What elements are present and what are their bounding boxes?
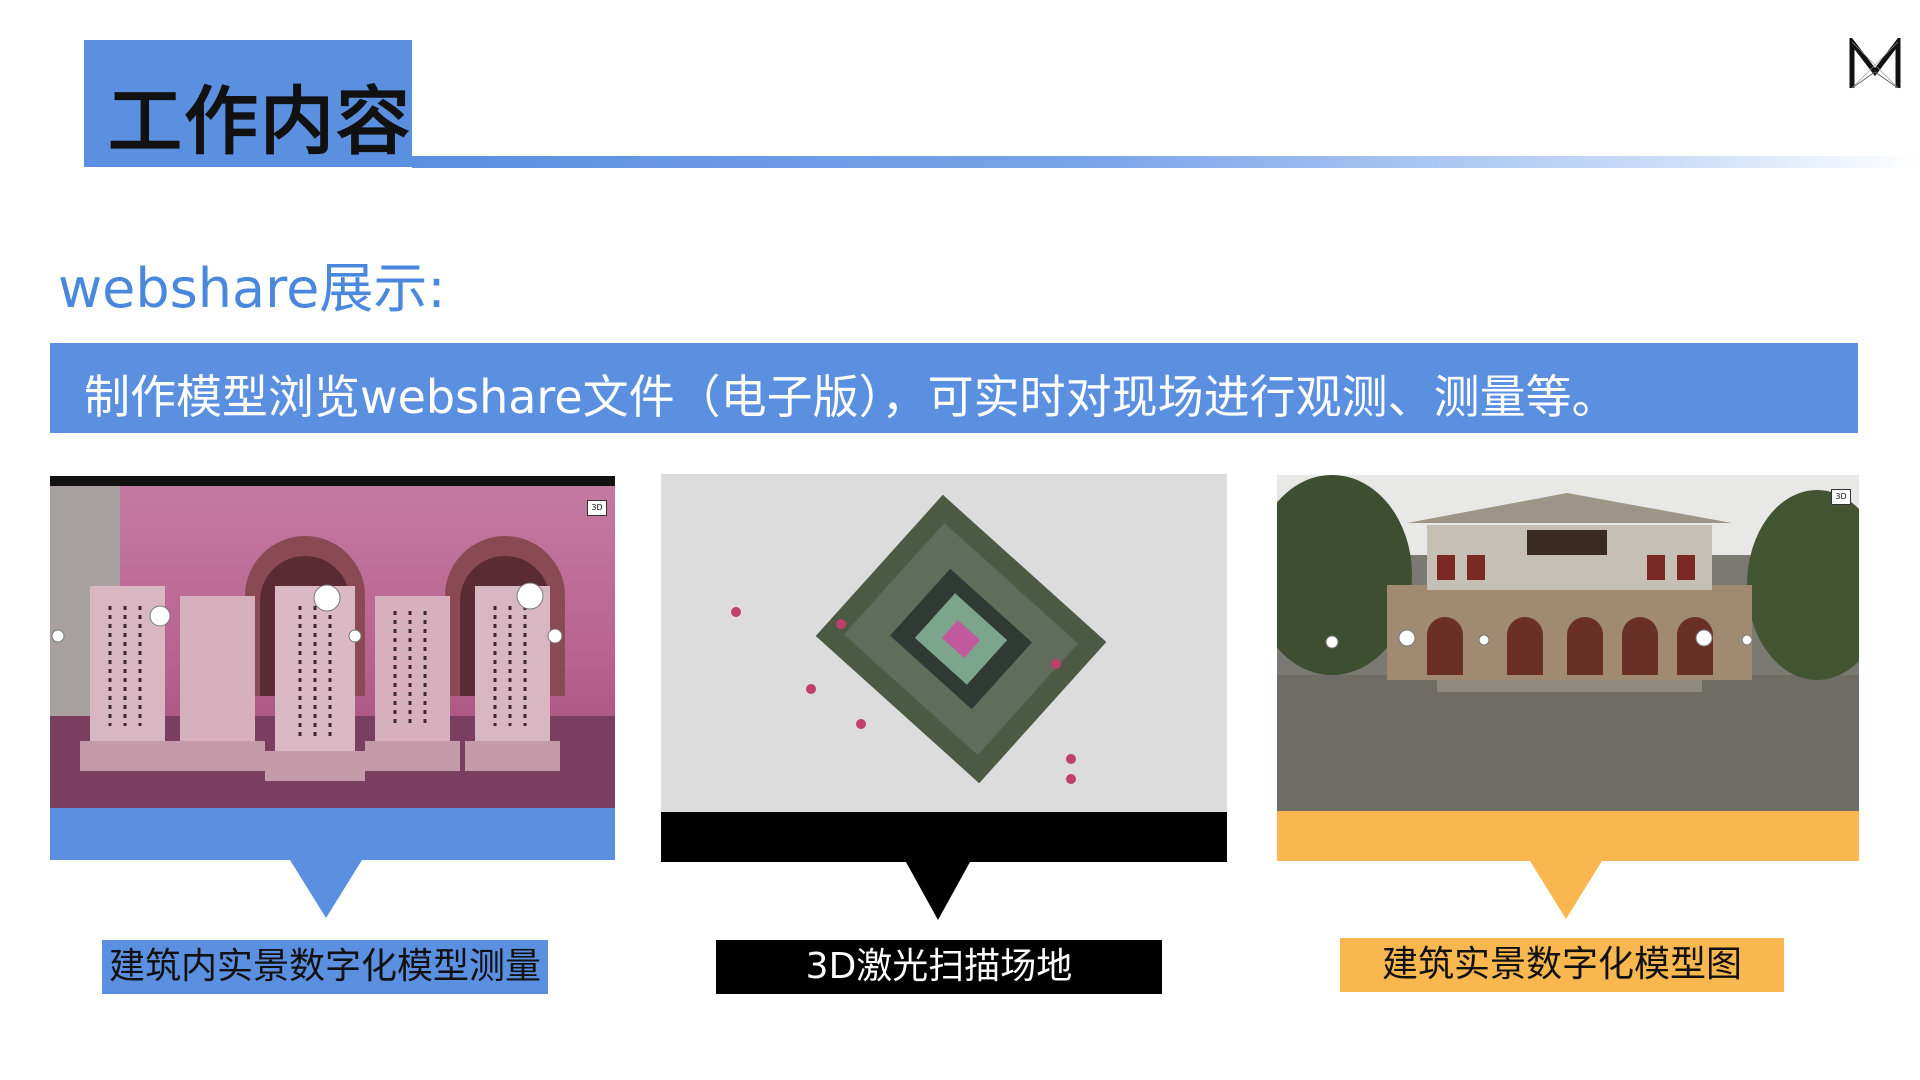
title-underline <box>412 156 1920 168</box>
panel-1-bar <box>50 808 615 860</box>
panel-3-pointer <box>1530 861 1602 919</box>
panel-1-caption: 建筑内实景数字化模型测量 <box>102 940 548 994</box>
panel-3-caption: 建筑实景数字化模型图 <box>1340 938 1784 992</box>
brand-logo-icon <box>1849 38 1901 89</box>
section-subtitle: webshare展示: <box>58 257 446 320</box>
point-cloud-illustration <box>731 494 1107 784</box>
panel-2-pointer <box>906 862 970 920</box>
description-banner: 制作模型浏览webshare文件（电子版），可实时对现场进行观测、测量等。 <box>50 343 1858 433</box>
panel-1-pointer <box>290 860 362 918</box>
building-scene-illustration <box>1277 475 1859 811</box>
panel-3-bar <box>1277 811 1859 861</box>
laser-scan-image <box>661 474 1227 812</box>
interior-scan-image: 3D <box>50 476 615 808</box>
page-title: 工作内容 <box>108 79 412 165</box>
banner-text: 制作模型浏览webshare文件（电子版），可实时对现场进行观测、测量等。 <box>84 370 1618 424</box>
building-exterior-image: 3D <box>1277 475 1859 811</box>
panel-2-caption: 3D激光扫描场地 <box>716 940 1162 994</box>
interior-scene-illustration <box>50 486 615 808</box>
title-box: 工作内容 <box>84 40 412 167</box>
panel-2-bar <box>661 812 1227 862</box>
3d-view-badge[interactable]: 3D <box>1831 489 1851 505</box>
3d-view-badge[interactable]: 3D <box>587 500 607 516</box>
